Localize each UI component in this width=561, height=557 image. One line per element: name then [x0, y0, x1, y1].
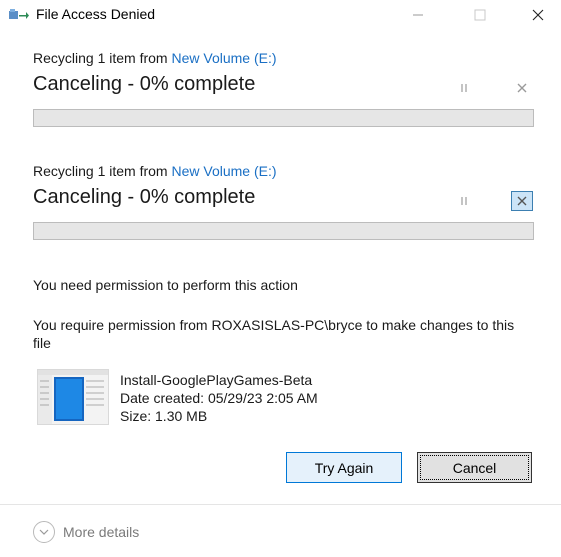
- title-bar: File Access Denied: [0, 0, 561, 30]
- chevron-down-icon: [33, 521, 55, 543]
- file-size: Size: 1.30 MB: [120, 408, 208, 424]
- more-details-label: More details: [63, 524, 140, 540]
- try-again-button[interactable]: Try Again: [286, 452, 402, 483]
- more-details-toggle[interactable]: More details: [33, 520, 139, 544]
- close-icon: [517, 196, 527, 206]
- operation-source: Recycling 1 item from New Volume (E:): [33, 163, 535, 181]
- source-location-link[interactable]: New Volume (E:): [171, 50, 276, 66]
- source-location-link[interactable]: New Volume (E:): [171, 163, 276, 179]
- close-icon: [517, 83, 527, 93]
- file-name: Install-GooglePlayGames-Beta: [120, 372, 313, 388]
- permission-heading: You need permission to perform this acti…: [33, 277, 298, 293]
- maximize-button[interactable]: [457, 0, 503, 30]
- maximize-icon: [474, 9, 486, 21]
- operation-2: Recycling 1 item from New Volume (E:) Ca…: [33, 163, 535, 240]
- operation-source: Recycling 1 item from New Volume (E:): [33, 50, 535, 68]
- cancel-operation-button[interactable]: [511, 78, 533, 98]
- close-icon: [532, 9, 544, 21]
- progress-bar: [33, 222, 534, 240]
- file-info: Install-GooglePlayGames-Beta Date create…: [120, 371, 318, 425]
- close-button[interactable]: [515, 0, 561, 30]
- installer-file-icon: [38, 370, 108, 424]
- operation-1: Recycling 1 item from New Volume (E:) Ca…: [33, 50, 535, 127]
- pause-icon: [461, 197, 467, 205]
- minimize-icon: [413, 14, 423, 16]
- window-title: File Access Denied: [36, 6, 156, 22]
- pause-button[interactable]: [453, 78, 475, 98]
- divider: [0, 504, 561, 505]
- source-prefix: Recycling 1 item from: [33, 163, 172, 179]
- minimize-button[interactable]: [395, 0, 441, 30]
- permission-detail: You require permission from ROXASISLAS-P…: [33, 317, 515, 351]
- cancel-operation-button[interactable]: [511, 191, 533, 211]
- pause-icon: [461, 84, 467, 92]
- file-date-created: Date created: 05/29/23 2:05 AM: [120, 390, 318, 406]
- cancel-button[interactable]: Cancel: [417, 452, 532, 483]
- source-prefix: Recycling 1 item from: [33, 50, 172, 66]
- progress-bar: [33, 109, 534, 127]
- move-folder-icon: [9, 9, 29, 19]
- pause-button[interactable]: [453, 191, 475, 211]
- file-thumbnail: [37, 369, 109, 425]
